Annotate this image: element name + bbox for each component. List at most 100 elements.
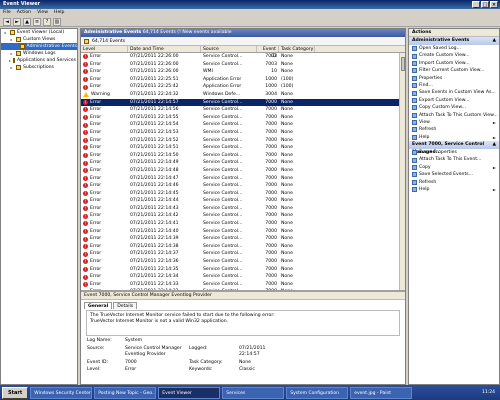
action-item[interactable]: Export Custom View...: [409, 97, 499, 104]
tree-item[interactable]: ▸ Custom Views: [1, 36, 77, 43]
table-row[interactable]: ! Error 07/21/2011 22:14:42 Service Control…: [81, 212, 405, 220]
taskbar-button[interactable]: Windows Security Center: [30, 386, 93, 399]
menu-file[interactable]: File: [3, 10, 11, 16]
taskbar-button[interactable]: System Configuration: [286, 386, 349, 399]
table-row[interactable]: ! Error 07/21/2011 22:14:52 Service Control…: [81, 137, 405, 145]
action-item[interactable]: Find...: [409, 82, 499, 89]
action-item[interactable]: Import Custom View...: [409, 60, 499, 67]
table-row[interactable]: ! Error 07/21/2011 22:14:54 Service Control…: [81, 121, 405, 129]
action-item[interactable]: Open Saved Log...: [409, 45, 499, 52]
table-row[interactable]: ! Error 07/21/2011 22:25:51 Application Err…: [81, 76, 405, 84]
tree-item[interactable]: ▸ Applications and Services Logs: [1, 57, 77, 64]
taskbar-button[interactable]: Services: [222, 386, 285, 399]
table-row[interactable]: ! Error 07/21/2011 22:14:47 Service Control…: [81, 175, 405, 183]
expand-icon[interactable]: ▸: [3, 29, 8, 36]
action-item[interactable]: Help ►: [409, 186, 499, 193]
scroll-thumb[interactable]: [401, 57, 405, 71]
action-item[interactable]: Save Events in Custom View As...: [409, 89, 499, 96]
col-event-id[interactable]: Event ID: [257, 46, 279, 59]
table-row[interactable]: ! Error 07/21/2011 22:26:00 WMI 10 None: [81, 68, 405, 76]
action-item[interactable]: Create Custom View...: [409, 52, 499, 59]
menu-action[interactable]: Action: [17, 10, 31, 16]
table-row[interactable]: ! Error 07/21/2011 22:14:40 Service Control…: [81, 228, 405, 236]
tab-details[interactable]: Details: [113, 302, 138, 309]
level-text: Error: [90, 61, 102, 67]
taskbar-button[interactable]: Event Viewer: [158, 386, 221, 399]
close-button[interactable]: ×: [490, 1, 498, 8]
back-icon[interactable]: ◄: [3, 18, 11, 26]
table-row[interactable]: ! Error 07/21/2011 22:14:39 Service Control…: [81, 235, 405, 243]
actions-section-admin[interactable]: Administrative Events ▲: [409, 37, 499, 45]
table-row[interactable]: ! Error 07/21/2011 22:14:53 Service Control…: [81, 129, 405, 137]
menu-view[interactable]: View: [37, 10, 48, 16]
panes-icon[interactable]: ▥: [53, 18, 61, 26]
table-row[interactable]: ! Error 07/21/2011 22:14:45 Service Control…: [81, 190, 405, 198]
task-category-cell: None: [281, 228, 293, 234]
table-row[interactable]: ! Error 07/21/2011 22:14:38 Service Control…: [81, 243, 405, 251]
action-label: Import Custom View...: [419, 60, 470, 66]
table-row[interactable]: ! Error 07/21/2011 22:14:35 Service Control…: [81, 266, 405, 274]
start-button[interactable]: Start: [2, 386, 29, 399]
action-item[interactable]: Properties: [409, 75, 499, 82]
property-label: [279, 338, 309, 345]
col-task-category[interactable]: Task Category: [279, 46, 315, 52]
expand-icon[interactable]: ▸: [9, 50, 14, 57]
table-row[interactable]: ! Error 07/21/2011 22:14:50 Service Control…: [81, 152, 405, 160]
table-row[interactable]: ! Error 07/21/2011 22:26:00 Service Control…: [81, 53, 405, 61]
tab-general[interactable]: General: [84, 302, 113, 309]
table-row[interactable]: ! Error 07/21/2011 22:25:42 Application Err…: [81, 83, 405, 91]
table-row[interactable]: ! Error 07/21/2011 22:14:33 Service Control…: [81, 281, 405, 289]
action-item[interactable]: View ►: [409, 119, 499, 126]
tree-item[interactable]: ▸ Subscriptions: [1, 64, 77, 71]
table-row[interactable]: ! Error 07/21/2011 22:14:36 Service Control…: [81, 258, 405, 266]
source-cell: Service Control...: [203, 99, 243, 105]
table-row[interactable]: ! Error 07/21/2011 22:14:37 Service Control…: [81, 250, 405, 258]
action-item[interactable]: Event Properties: [409, 149, 499, 156]
action-item[interactable]: Copy Custom View...: [409, 104, 499, 111]
tree-item[interactable]: ▸ Event Viewer (Local): [1, 29, 77, 36]
action-item[interactable]: Attach Task To This Event...: [409, 156, 499, 163]
action-item[interactable]: Attach Task To This Custom View...: [409, 112, 499, 119]
up-icon[interactable]: ▲: [23, 18, 31, 26]
forward-icon[interactable]: ►: [13, 18, 21, 26]
minimize-button[interactable]: _: [472, 1, 480, 8]
level-text: Error: [90, 76, 102, 82]
table-row[interactable]: ! Error 07/21/2011 22:14:55 Service Control…: [81, 114, 405, 122]
table-row[interactable]: ! Error 07/21/2011 22:14:56 Service Control…: [81, 106, 405, 114]
table-row[interactable]: ! Error 07/21/2011 22:14:49 Service Control…: [81, 159, 405, 167]
table-row[interactable]: ! Error 07/21/2011 22:14:43 Service Control…: [81, 205, 405, 213]
help-icon[interactable]: ?: [43, 18, 51, 26]
tree-item[interactable]: Administrative Events: [1, 43, 77, 50]
action-item[interactable]: Filter Current Custom View...: [409, 67, 499, 74]
expand-icon[interactable]: ▸: [9, 64, 14, 71]
table-row[interactable]: ! Error 07/21/2011 22:26:00 Service Control…: [81, 61, 405, 69]
taskbar-button[interactable]: Posting New Topic - Geo...: [94, 386, 157, 399]
action-item[interactable]: Refresh: [409, 126, 499, 133]
table-row[interactable]: ! Error 07/21/2011 22:14:44 Service Control…: [81, 197, 405, 205]
level-text: Error: [90, 259, 102, 265]
col-level[interactable]: Level: [81, 46, 128, 52]
table-row[interactable]: ! Error 07/21/2011 22:14:46 Service Control…: [81, 182, 405, 190]
events-scrollbar[interactable]: [399, 53, 405, 290]
action-item[interactable]: Copy ►: [409, 164, 499, 171]
actions-section-event[interactable]: Event 7000, Service Control Manager... ▲: [409, 141, 499, 155]
expand-icon[interactable]: ▸: [9, 36, 14, 43]
col-source[interactable]: Source: [201, 46, 257, 52]
properties-icon[interactable]: ≡: [33, 18, 41, 26]
taskbar-button[interactable]: event.jpg - Paint: [350, 386, 413, 399]
action-item[interactable]: Help ►: [409, 134, 499, 141]
action-item[interactable]: Save Selected Events...: [409, 171, 499, 178]
maximize-button[interactable]: □: [481, 1, 489, 8]
table-row[interactable]: ! Error 07/21/2011 22:14:51 Service Control…: [81, 144, 405, 152]
table-row[interactable]: ! Error 07/21/2011 22:14:48 Service Control…: [81, 167, 405, 175]
table-row[interactable]: Warning 07/21/2011 22:24:32 Windows Defe..…: [81, 91, 405, 99]
expand-icon[interactable]: ▸: [9, 57, 11, 64]
table-row[interactable]: ! Error 07/21/2011 22:14:34 Service Control…: [81, 273, 405, 281]
table-row[interactable]: ! Error 07/21/2011 22:14:57 Service Control…: [81, 98, 405, 107]
col-date[interactable]: Date and Time: [128, 46, 201, 52]
action-icon: [412, 165, 417, 171]
action-item[interactable]: Refresh: [409, 179, 499, 186]
table-row[interactable]: ! Error 07/21/2011 22:14:41 Service Control…: [81, 220, 405, 228]
tree-item[interactable]: ▸ Windows Logs: [1, 50, 77, 57]
menu-help[interactable]: Help: [54, 10, 64, 16]
